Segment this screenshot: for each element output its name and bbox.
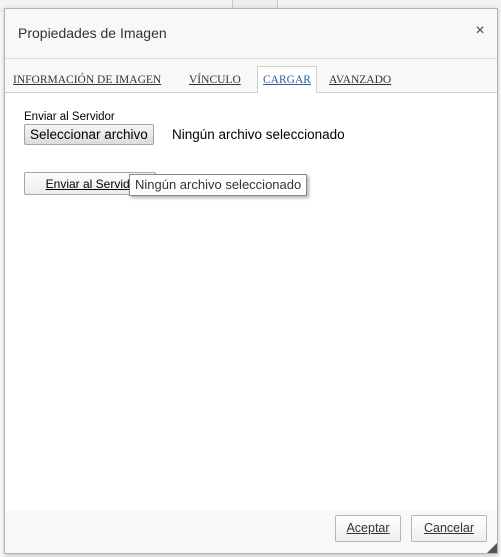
upload-section-label: Enviar al Servidor xyxy=(24,111,115,123)
tab-image-info[interactable]: INFORMACIÓN DE IMAGEN xyxy=(7,66,167,93)
file-status-text: Ningún archivo seleccionado xyxy=(172,127,345,142)
dialog-footer: Aceptar Cancelar xyxy=(5,511,497,553)
upload-panel: Enviar al Servidor Seleccionar archivo N… xyxy=(5,93,497,513)
resize-grip-icon[interactable] xyxy=(487,543,497,553)
close-icon[interactable]: × xyxy=(472,23,488,39)
file-tooltip: Ningún archivo seleccionado xyxy=(129,174,308,196)
tab-advanced[interactable]: AVANZADO xyxy=(323,66,397,93)
dialog-titlebar[interactable]: Propiedades de Imagen × xyxy=(5,9,497,59)
tab-link[interactable]: VÍNCULO xyxy=(183,66,247,93)
tab-bar: INFORMACIÓN DE IMAGEN VÍNCULO CARGAR AVA… xyxy=(5,59,497,94)
ok-button[interactable]: Aceptar xyxy=(335,515,401,542)
cancel-button[interactable]: Cancelar xyxy=(411,515,487,542)
choose-file-button[interactable]: Seleccionar archivo xyxy=(24,124,154,145)
image-properties-dialog: Propiedades de Imagen × INFORMACIÓN DE I… xyxy=(4,8,498,554)
tab-upload[interactable]: CARGAR xyxy=(257,66,317,94)
dialog-title: Propiedades de Imagen xyxy=(18,25,167,41)
